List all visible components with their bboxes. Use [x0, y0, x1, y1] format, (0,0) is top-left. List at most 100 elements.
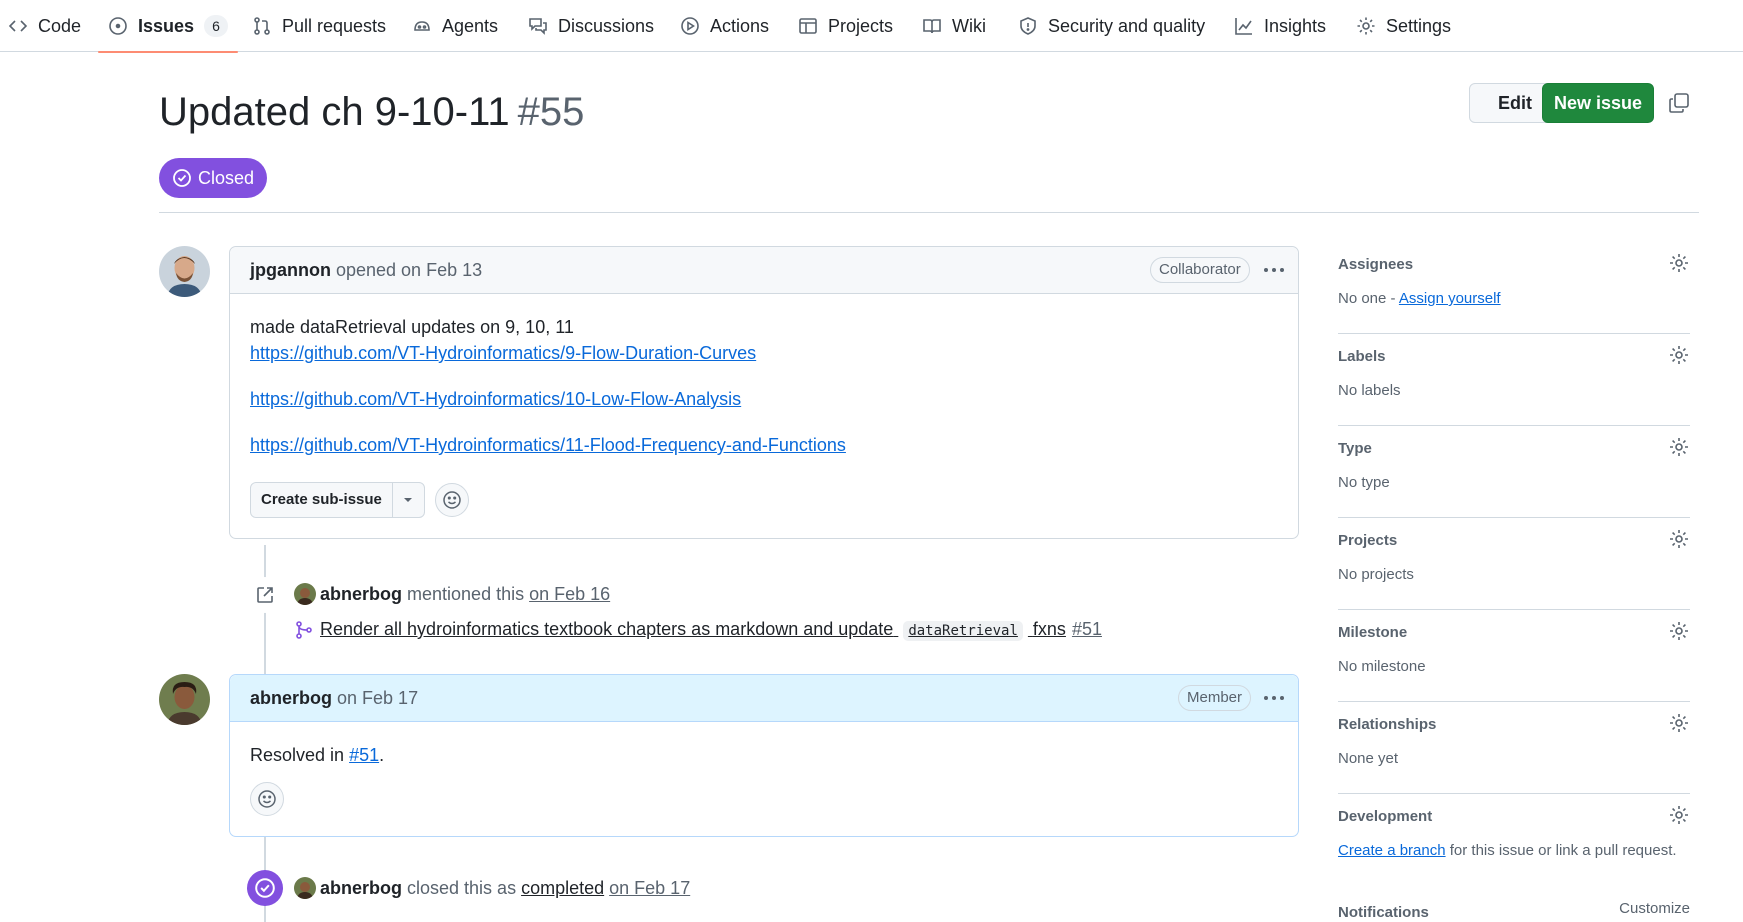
link-chapter-10[interactable]: https://github.com/VT-Hydroinformatics/1…: [250, 389, 741, 409]
play-icon: [681, 17, 699, 35]
pr-title: Render all hydroinformatics textbook cha…: [320, 619, 894, 639]
gear-icon[interactable]: [1668, 252, 1690, 274]
copy-icon[interactable]: [1668, 92, 1690, 114]
tab-actions[interactable]: Actions: [680, 0, 769, 52]
issue-number: #55: [517, 90, 585, 134]
issue-sidebar: Assignees No one - Assign yourself Label…: [1338, 242, 1690, 922]
closed-event-icon: [247, 870, 283, 906]
event-date-link[interactable]: on Feb 17: [609, 878, 690, 899]
mention-event: abnerbog mentioned this on Feb 16: [294, 583, 610, 605]
comment-discussion-icon: [529, 18, 547, 35]
issue-title-text: Updated ch 9-10-11: [159, 90, 510, 134]
role-badge: Member: [1178, 685, 1252, 711]
assignees-value: No one -: [1338, 290, 1396, 307]
tab-wiki[interactable]: Wiki: [922, 0, 986, 52]
smiley-icon: [443, 491, 461, 509]
comment-meta: on Feb 17: [337, 687, 419, 708]
git-pull-request-icon: [254, 17, 270, 35]
cross-reference-icon: [247, 577, 283, 613]
sidebar-value: None yet: [1338, 750, 1399, 767]
link-chapter-9[interactable]: https://github.com/VT-Hydroinformatics/9…: [250, 343, 756, 363]
event-date-link[interactable]: on Feb 16: [529, 584, 610, 605]
event-action: mentioned this: [407, 583, 525, 604]
gear-icon[interactable]: [1668, 620, 1690, 642]
tab-discussions-label: Discussions: [558, 15, 655, 36]
smiley-icon: [258, 790, 276, 808]
referenced-pr: Render all hydroinformatics textbook cha…: [294, 619, 1102, 641]
sidebar-milestone: Milestone No milestone: [1338, 610, 1690, 702]
comment-author[interactable]: jpgannon: [250, 260, 331, 281]
avatar[interactable]: [159, 674, 210, 725]
gear-icon[interactable]: [1668, 528, 1690, 550]
repo-nav: Code Issues 6 Pull requests Agents Discu…: [0, 0, 1743, 53]
link-chapter-11[interactable]: https://github.com/VT-Hydroinformatics/1…: [250, 435, 846, 455]
pr-title-link[interactable]: Render all hydroinformatics textbook cha…: [320, 619, 1066, 641]
sidebar-labels: Labels No labels: [1338, 334, 1690, 426]
avatar[interactable]: [294, 877, 316, 899]
pr-number-link[interactable]: #51: [1072, 619, 1102, 640]
issue-body-comment: jpgannon opened on Feb 13 Collaborator m…: [229, 246, 1299, 539]
tab-security[interactable]: Security and quality: [1018, 0, 1205, 52]
kebab-menu-icon[interactable]: [1262, 259, 1286, 281]
gear-icon[interactable]: [1668, 436, 1690, 458]
tab-settings[interactable]: Settings: [1356, 0, 1451, 52]
completed-link[interactable]: completed: [521, 878, 604, 899]
tab-pull-requests-label: Pull requests: [282, 15, 387, 36]
pr-suffix: fxns: [1032, 619, 1066, 639]
tab-pull-requests[interactable]: Pull requests: [252, 0, 386, 52]
issue-state-label: Closed: [197, 167, 255, 188]
sidebar-value: No type: [1338, 474, 1390, 491]
comment-text: made dataRetrieval updates on 9, 10, 11: [250, 317, 574, 337]
tab-agents-label: Agents: [442, 15, 499, 36]
event-actor[interactable]: abnerbog: [320, 584, 402, 605]
tab-projects[interactable]: Projects: [798, 0, 893, 52]
check-circle-icon: [173, 169, 191, 187]
header-divider: [159, 212, 1699, 213]
create-branch-link[interactable]: Create a branch: [1338, 842, 1446, 859]
tab-discussions[interactable]: Discussions: [528, 0, 654, 52]
tab-agents[interactable]: Agents: [412, 0, 498, 52]
resolution-comment: abnerbog on Feb 17 Member Resolved in #5…: [229, 674, 1299, 837]
tab-issues-label: Issues: [138, 15, 195, 36]
sidebar-value: No projects: [1338, 566, 1414, 583]
sidebar-heading: Milestone: [1338, 624, 1408, 641]
sidebar-heading: Labels: [1338, 348, 1386, 365]
create-sub-issue-label: Create sub-issue: [261, 491, 382, 508]
add-reaction-button[interactable]: [250, 782, 284, 816]
code-icon: [8, 20, 28, 32]
customize-link[interactable]: Customize: [1619, 900, 1690, 917]
kebab-menu-icon[interactable]: [1262, 687, 1286, 709]
sidebar-heading: Development: [1338, 808, 1433, 825]
tab-issues[interactable]: Issues 6: [97, 0, 239, 53]
tab-insights-label: Insights: [1264, 15, 1327, 36]
tab-code-label: Code: [38, 15, 82, 36]
sidebar-heading: Projects: [1338, 532, 1398, 549]
gear-icon[interactable]: [1668, 804, 1690, 826]
issue-title: Updated ch 9-10-11 #55: [159, 90, 584, 135]
tab-settings-label: Settings: [1386, 15, 1452, 36]
create-sub-issue-button[interactable]: Create sub-issue: [250, 482, 425, 518]
sidebar-development: Development Create a branch for this iss…: [1338, 794, 1690, 886]
tab-actions-label: Actions: [710, 15, 770, 36]
gear-icon[interactable]: [1668, 344, 1690, 366]
avatar[interactable]: [294, 583, 316, 605]
gear-icon: [1357, 17, 1375, 35]
sidebar-value: No milestone: [1338, 658, 1426, 675]
sidebar-value: No one - Assign yourself: [1338, 290, 1501, 307]
chevron-down-icon[interactable]: [391, 483, 424, 517]
sidebar-relationships: Relationships None yet: [1338, 702, 1690, 794]
comment-author[interactable]: abnerbog: [250, 688, 332, 709]
issue-state-badge: Closed: [159, 158, 267, 198]
gear-icon[interactable]: [1668, 712, 1690, 734]
pr-51-link[interactable]: #51: [349, 745, 379, 765]
event-actor[interactable]: abnerbog: [320, 878, 402, 899]
tab-code[interactable]: Code: [8, 0, 81, 52]
comment-body: made dataRetrieval updates on 9, 10, 11 …: [230, 294, 1298, 538]
add-reaction-button[interactable]: [434, 483, 469, 517]
assign-yourself-link[interactable]: Assign yourself: [1399, 290, 1501, 307]
comment-header: jpgannon opened on Feb 13 Collaborator: [230, 247, 1298, 294]
new-issue-button[interactable]: New issue: [1542, 83, 1654, 123]
avatar[interactable]: [159, 246, 210, 297]
tab-insights[interactable]: Insights: [1234, 0, 1326, 52]
graph-icon: [1235, 18, 1252, 35]
